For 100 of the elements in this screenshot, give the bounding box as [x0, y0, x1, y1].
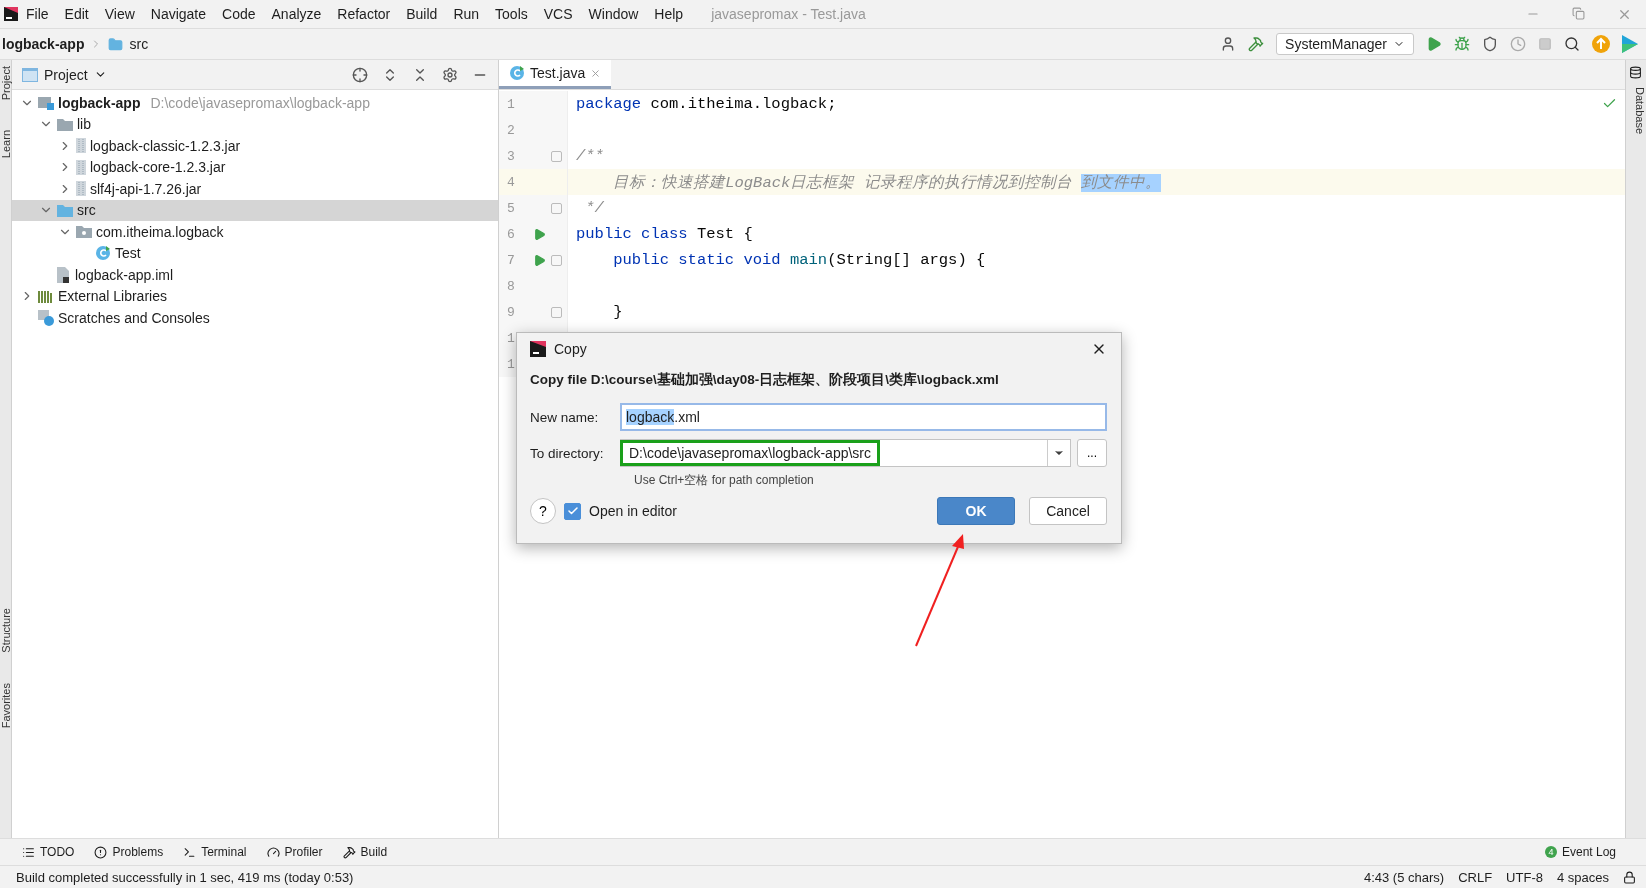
tool-window-button[interactable]: Build	[342, 845, 388, 859]
fold-marker[interactable]	[551, 306, 562, 318]
breadcrumb[interactable]: logback-app	[2, 36, 85, 52]
tool-window-label[interactable]: Project	[0, 66, 11, 101]
line-number: 3	[506, 148, 516, 164]
tool-window-button[interactable]: TODO	[22, 845, 75, 859]
class-icon	[509, 65, 525, 81]
menu-item[interactable]: Build	[398, 6, 446, 22]
tree-row[interactable]: logback-app D:\code\javasepromax\logback-app	[12, 92, 498, 114]
checkbox[interactable]	[564, 502, 581, 520]
tree-row[interactable]: External Libraries	[12, 285, 498, 307]
locate-icon[interactable]	[352, 66, 368, 83]
status-field[interactable]: 4 spaces	[1556, 869, 1609, 885]
tool-window-label[interactable]: Favorites	[0, 683, 11, 729]
tree-label: logback-classic-1.2.3.jar	[90, 137, 241, 154]
fold-marker[interactable]	[551, 150, 562, 162]
menu-item[interactable]: View	[96, 6, 143, 22]
window-title: javasepromax - Test.java	[711, 6, 866, 22]
status-message: Build completed successfully in 1 sec, 419 ms (today 0:53)	[16, 869, 354, 885]
fold-marker[interactable]	[551, 254, 562, 266]
editor-tab[interactable]: Test.java	[499, 60, 612, 89]
line-number: 8	[506, 278, 516, 294]
breadcrumb[interactable]: src	[129, 36, 149, 52]
update-icon[interactable]	[1592, 35, 1610, 53]
status-field[interactable]: 4:43 (5 chars)	[1363, 869, 1445, 885]
line-number: 1	[506, 96, 516, 112]
menu-item[interactable]: Tools	[487, 6, 536, 22]
directory-field[interactable]: D:\code\javasepromax\logback-app\src	[620, 439, 1071, 467]
tree-label: com.itheima.logback	[96, 223, 224, 240]
tree-label: External Libraries	[58, 288, 167, 305]
tool-window-label[interactable]: Learn	[0, 130, 11, 159]
hammer-icon	[342, 845, 356, 859]
help-button[interactable]: ?	[530, 498, 556, 524]
menu-item[interactable]: Refactor	[329, 6, 399, 22]
name-field[interactable]: logback.xml	[620, 403, 1107, 431]
tree-row[interactable]: Scratches and Consoles	[12, 307, 498, 329]
tool-window-button[interactable]: Profiler	[266, 845, 323, 859]
line-number: 6	[506, 226, 516, 242]
tree-row[interactable]: Test	[12, 242, 498, 264]
run-icon[interactable]	[1426, 36, 1442, 52]
clock-icon[interactable]	[1510, 36, 1526, 52]
tree-row[interactable]: logback-classic-1.2.3.jar	[12, 135, 498, 157]
fold-marker[interactable]	[551, 202, 562, 214]
status-field[interactable]: UTF-8	[1506, 869, 1543, 885]
module-icon	[38, 95, 54, 110]
tree-row[interactable]: logback-app.iml	[12, 264, 498, 286]
tree-row[interactable]: slf4j-api-1.7.26.jar	[12, 178, 498, 200]
line-number: 1	[506, 330, 516, 346]
tree-row[interactable]: lib	[12, 113, 498, 135]
search-icon[interactable]	[1564, 36, 1580, 52]
menu-item[interactable]: Help	[646, 6, 692, 22]
menu-item[interactable]: Navigate	[142, 6, 215, 22]
menu-item[interactable]: Edit	[56, 6, 97, 22]
tree-row[interactable]: logback-core-1.2.3.jar	[12, 156, 498, 178]
menu-item[interactable]: Code	[214, 6, 264, 22]
code-line: package com.itheima.logback;	[575, 95, 837, 113]
tool-window-button[interactable]: 4 Event Log	[1544, 845, 1616, 859]
menu-item[interactable]: File	[18, 6, 57, 22]
tree-label: logback-app.iml	[75, 266, 174, 283]
menu-item[interactable]: Analyze	[263, 6, 330, 22]
tool-window-button[interactable]: Problems	[94, 845, 164, 859]
shield-icon[interactable]	[1482, 36, 1498, 52]
database-icon[interactable]	[1629, 66, 1642, 79]
line-number: 7	[506, 252, 516, 268]
field-label: To directory:	[530, 445, 605, 461]
line-number: 4	[506, 174, 516, 190]
run-icon[interactable]	[533, 227, 546, 241]
menu-item[interactable]: Run	[445, 6, 488, 22]
menu-item[interactable]: VCS	[535, 6, 581, 22]
toolbox-icon[interactable]	[1622, 35, 1638, 53]
menu-item[interactable]: Window	[580, 6, 647, 22]
jar-icon	[76, 138, 86, 154]
cancel-button[interactable]: Cancel	[1029, 497, 1107, 525]
tool-window-button[interactable]: Terminal	[183, 845, 247, 859]
tree-label: lib	[77, 116, 91, 133]
tree-row[interactable]: com.itheima.logback	[12, 221, 498, 243]
settings-icon[interactable]	[442, 66, 458, 83]
checkbox-label[interactable]: Open in editor	[589, 503, 677, 519]
tree-label: src	[77, 202, 96, 219]
panel-title[interactable]: Project	[22, 66, 107, 83]
restore-icon[interactable]	[1572, 6, 1585, 20]
status-field[interactable]: CRLF	[1458, 869, 1493, 885]
bug-icon[interactable]	[1454, 36, 1470, 52]
tree-row[interactable]: src	[12, 199, 498, 221]
run-icon[interactable]	[533, 253, 546, 267]
ok-button[interactable]: OK	[937, 497, 1015, 525]
browse-button[interactable]: ...	[1077, 439, 1107, 467]
count-badge: 4	[1544, 846, 1557, 858]
dialog-title: Copy	[554, 341, 587, 357]
tool-window-label[interactable]: Structure	[0, 608, 11, 654]
jar-icon	[76, 181, 86, 197]
tool-window-label[interactable]: Database	[1628, 87, 1646, 135]
check-icon	[566, 505, 579, 517]
run-config-dropdown[interactable]: SystemManager	[1276, 33, 1414, 55]
hammer-icon[interactable]	[1248, 36, 1265, 52]
list-icon	[22, 845, 35, 859]
line-number: 1	[506, 356, 516, 372]
lock-icon[interactable]	[1623, 870, 1636, 884]
class-icon	[95, 245, 111, 262]
folder-icon	[57, 203, 73, 217]
